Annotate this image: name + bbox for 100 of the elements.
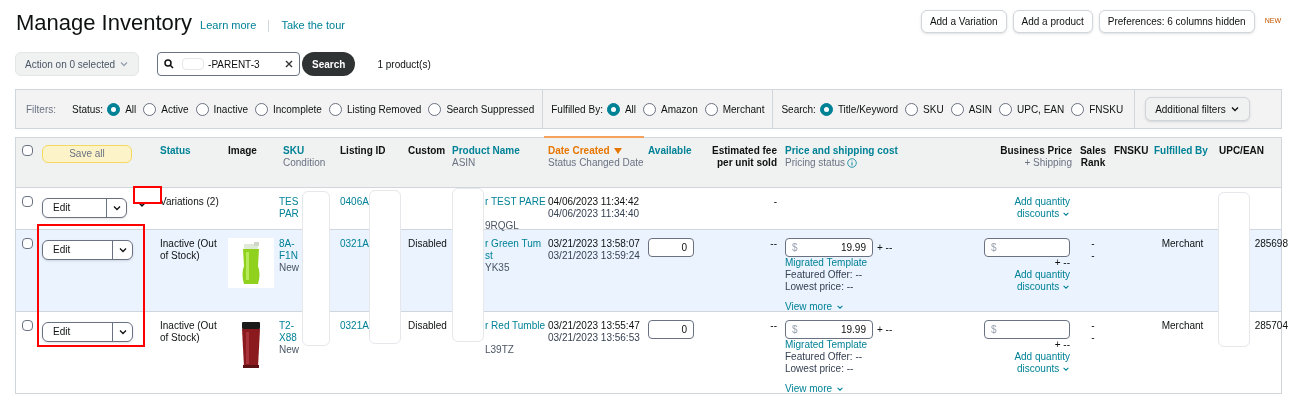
take-tour-link[interactable]: Take the tour xyxy=(281,16,345,33)
column-header[interactable]: Estimated fee per unit sold xyxy=(703,145,777,169)
column-header[interactable]: Price and shipping cost xyxy=(785,145,898,157)
product-name-link[interactable]: st xyxy=(485,250,493,262)
custom-text: Disabled xyxy=(408,238,447,249)
radio-button[interactable] xyxy=(143,102,157,116)
search-field[interactable]: -PARENT-3 xyxy=(157,52,301,76)
search-button[interactable]: Search xyxy=(302,52,356,76)
radio-label: All xyxy=(125,102,137,117)
clear-icon[interactable] xyxy=(285,60,294,68)
radio-label: Merchant xyxy=(722,102,765,117)
radio-label: Listing Removed xyxy=(346,102,422,117)
radio-button[interactable] xyxy=(999,102,1012,116)
column-header[interactable]: Status xyxy=(160,145,191,157)
sku-link[interactable]: F1N xyxy=(279,250,298,262)
checkbox[interactable] xyxy=(22,238,33,249)
radio-button[interactable] xyxy=(328,102,342,116)
business-price-input[interactable]: $ xyxy=(984,238,1070,257)
radio-label: UPC, EAN xyxy=(1017,102,1065,117)
lowest-price-text: Lowest price: -- xyxy=(785,363,854,375)
caret-icon xyxy=(117,327,128,337)
header-button[interactable]: Add a product xyxy=(1012,10,1093,33)
pricing-status-link[interactable]: Migrated Template xyxy=(785,339,868,351)
radio-button[interactable] xyxy=(819,102,833,116)
add-quantity-discounts-link[interactable]: Add quantity discounts xyxy=(1000,351,1070,375)
radio-button[interactable] xyxy=(643,102,657,116)
radio-label: Active xyxy=(161,102,189,117)
checkbox[interactable] xyxy=(22,196,33,207)
radio-button[interactable] xyxy=(606,102,620,116)
sku-link[interactable]: X88 xyxy=(279,332,297,344)
pricing-status-link[interactable]: Migrated Template xyxy=(785,257,868,269)
learn-more-link[interactable]: Learn more xyxy=(200,16,257,33)
fulfilled-by-text: Merchant xyxy=(1161,238,1204,250)
view-more-link[interactable]: View more xyxy=(785,383,845,395)
radio-label: Inactive xyxy=(213,102,248,117)
column-subheader: ASIN xyxy=(452,157,476,169)
chevron-down-icon xyxy=(836,385,845,393)
listing-id-link[interactable]: 0321A xyxy=(340,238,369,249)
filter-group-label: Search: xyxy=(781,102,816,117)
radio-button[interactable] xyxy=(905,102,919,116)
sku-link[interactable]: 8A- xyxy=(279,238,295,250)
product-name-link[interactable]: r Red Tumble xyxy=(485,320,546,332)
add-quantity-discounts-link[interactable]: Add quantity discounts xyxy=(1000,269,1070,293)
edit-dropdown-button[interactable]: Edit xyxy=(42,198,128,218)
caret-icon xyxy=(117,245,128,255)
available-input[interactable]: 0 xyxy=(648,320,694,339)
column-header[interactable]: Available xyxy=(648,145,692,157)
column-header[interactable]: Fulfilled By xyxy=(1154,145,1208,157)
radio-button[interactable] xyxy=(254,102,268,116)
column-header[interactable]: Business Price xyxy=(1000,145,1072,157)
sales-rank-text: - xyxy=(1091,332,1095,344)
fee-text: -- xyxy=(770,238,777,250)
radio-label: ASIN xyxy=(968,102,992,117)
column-header[interactable]: Image xyxy=(228,145,257,157)
radio-label: Search Suppressed xyxy=(446,102,535,117)
view-more-link[interactable]: View more xyxy=(785,301,845,313)
radio-button[interactable] xyxy=(950,102,964,116)
column-subheader: Condition xyxy=(283,157,326,169)
product-name-link[interactable]: r Green Tum xyxy=(485,238,542,250)
product-count: 1 product(s) xyxy=(377,57,431,72)
column-header[interactable]: FNSKU xyxy=(1114,145,1149,157)
fulfilled-by-text: Merchant xyxy=(1161,320,1204,332)
price-input[interactable]: $ 19.99 xyxy=(785,320,873,339)
action-dropdown[interactable]: Action on 0 selected xyxy=(15,52,140,76)
radio-button[interactable] xyxy=(1071,102,1085,116)
business-shipping-text: + -- xyxy=(1054,257,1070,269)
sku-link[interactable]: TES xyxy=(279,196,299,208)
column-header[interactable]: Custom xyxy=(408,145,446,157)
date-created-text: 03/21/2023 13:58:07 xyxy=(548,238,640,250)
edit-dropdown-button[interactable]: Edit xyxy=(42,322,133,342)
listing-id-link[interactable]: 0321A xyxy=(340,320,369,331)
column-header[interactable]: Listing ID xyxy=(340,145,386,157)
additional-filters-button[interactable]: Additional filters xyxy=(1145,97,1250,121)
header-button[interactable]: Preferences: 6 columns hidden xyxy=(1098,10,1255,33)
featured-offer-text: Featured Offer: -- xyxy=(785,351,863,363)
column-header[interactable]: Sales Rank xyxy=(1079,145,1107,169)
column-header[interactable]: UPC/EAN xyxy=(1219,145,1264,157)
radio-button[interactable] xyxy=(195,102,209,116)
price-input[interactable]: $ 19.99 xyxy=(785,238,873,257)
business-price-input[interactable]: $ xyxy=(984,320,1070,339)
radio-button[interactable] xyxy=(704,102,718,116)
radio-button[interactable] xyxy=(107,102,121,116)
asin-text: 9RQGL xyxy=(485,220,519,232)
radio-label: All xyxy=(624,102,637,117)
shipping-cost-text: + -- xyxy=(877,323,893,336)
add-quantity-discounts-link[interactable]: Add quantity discounts xyxy=(1000,196,1070,220)
checkbox[interactable] xyxy=(22,320,33,331)
product-name-link[interactable]: r TEST PARE xyxy=(485,196,546,208)
column-header[interactable]: SKU xyxy=(283,145,305,157)
header-button[interactable]: Add a Variation xyxy=(920,10,1007,33)
edit-dropdown-button[interactable]: Edit xyxy=(42,240,133,260)
radio-button[interactable] xyxy=(428,102,442,116)
listing-id-link[interactable]: 0406A xyxy=(340,196,369,207)
checkbox[interactable] xyxy=(22,145,33,156)
column-header[interactable]: Product Name xyxy=(452,145,520,157)
column-header[interactable]: Date Created xyxy=(548,145,622,157)
available-input[interactable]: 0 xyxy=(648,238,694,257)
sku-link[interactable]: PAR xyxy=(279,208,299,220)
sku-link[interactable]: T2- xyxy=(279,320,294,332)
save-all-button[interactable]: Save all xyxy=(42,145,132,163)
